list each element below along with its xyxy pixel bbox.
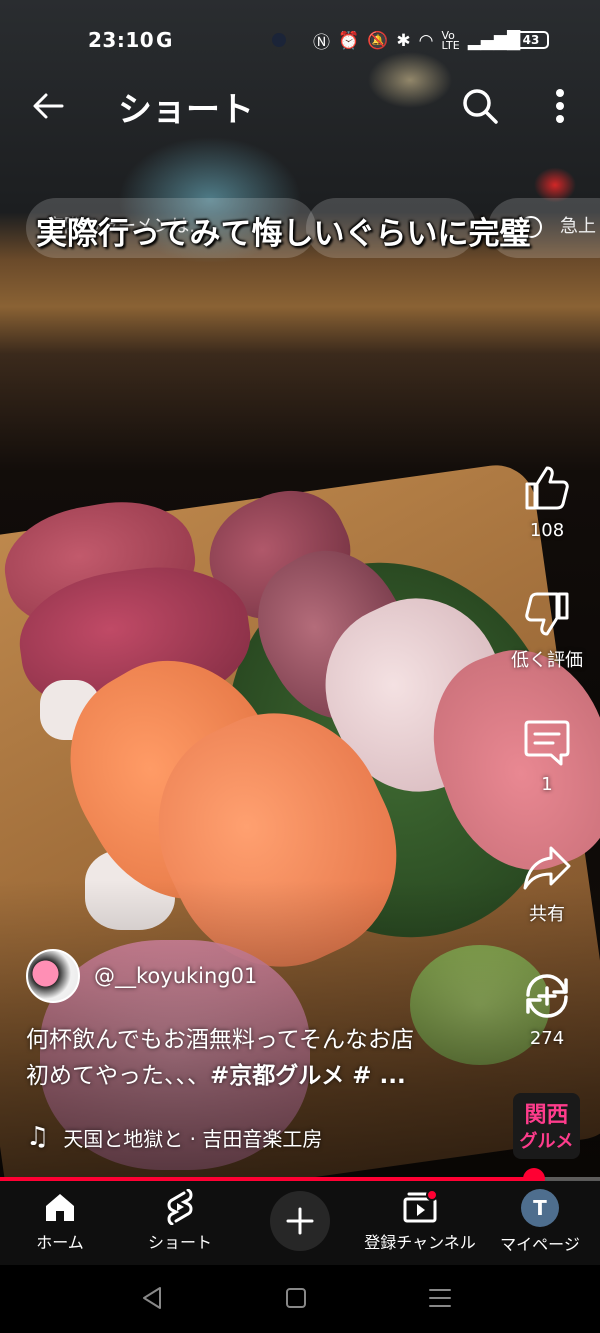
bluetooth-icon: ✱	[396, 30, 411, 51]
channel-badge[interactable]: 関西 グルメ	[513, 1093, 580, 1159]
badge-line: 関西	[524, 1103, 569, 1128]
video-caption[interactable]: 何杯飲んでもお酒無料ってそんなお店 初めてやった、、、#京都グルメ # ...	[26, 1022, 496, 1094]
nav-label: マイページ	[500, 1235, 580, 1254]
status-bar: 23:10 G Ⓝ ⏰ 🔕 ✱ ◠ Vo LTE ▂▄▆█ 43	[0, 0, 600, 80]
mute-icon: 🔕	[367, 30, 389, 51]
comment-button[interactable]: 1	[502, 716, 592, 795]
thumbs-up-icon	[525, 466, 569, 510]
comment-icon	[524, 720, 570, 766]
channel-info[interactable]: @__koyuking01	[26, 948, 257, 1004]
square-home-icon	[286, 1288, 306, 1308]
caption-line: 何杯飲んでもお酒無料ってそんなお店	[26, 1027, 415, 1053]
shorts-icon	[167, 1189, 193, 1225]
comment-count: 1	[541, 774, 553, 795]
notification-dot	[426, 1189, 438, 1201]
nav-label: 登録チャンネル	[364, 1233, 476, 1252]
share-icon	[523, 846, 571, 890]
nav-subscriptions[interactable]: 登録チャンネル	[350, 1189, 490, 1253]
page-title: ショート	[118, 90, 254, 130]
caption-line: 初めてやった、、、#京都グルメ # ...	[26, 1058, 496, 1094]
hashtags[interactable]: #京都グルメ # ...	[210, 1063, 406, 1089]
battery-icon: 43	[513, 31, 549, 49]
system-nav-bar	[0, 1265, 600, 1333]
search-button[interactable]	[460, 86, 500, 126]
dislike-button[interactable]: 低く評価	[502, 588, 592, 672]
plus-icon	[286, 1207, 314, 1235]
chip-label: 急上	[560, 216, 596, 237]
search-icon	[463, 89, 498, 124]
dislike-label: 低く評価	[511, 650, 583, 671]
remix-button[interactable]: 274	[502, 970, 592, 1049]
share-button[interactable]: 共有	[502, 842, 592, 926]
nav-label: ショート	[147, 1233, 212, 1252]
wifi-icon: ◠	[418, 30, 434, 51]
status-icons: Ⓝ ⏰ 🔕 ✱ ◠ Vo LTE ▂▄▆█	[313, 28, 520, 54]
share-label: 共有	[529, 904, 565, 925]
avatar[interactable]	[26, 949, 80, 1003]
like-button[interactable]: 108	[502, 462, 592, 541]
thumbs-down-icon	[525, 592, 569, 636]
camera-cutout	[272, 33, 286, 47]
status-time: 23:10	[88, 28, 155, 52]
system-home-button[interactable]	[276, 1283, 316, 1313]
system-recents-button[interactable]	[420, 1283, 460, 1313]
menu-lines-icon	[429, 1289, 451, 1307]
remix-count: 274	[529, 1028, 565, 1049]
create-button[interactable]	[270, 1191, 330, 1251]
music-info[interactable]: ♫ 天国と地獄と · 吉田音楽工房	[26, 1122, 322, 1152]
channel-handle[interactable]: @__koyuking01	[94, 964, 257, 988]
caption-text: 初めてやった、、、	[26, 1063, 210, 1089]
video-overlay-text: 実際行ってみて悔しいぐらいに完璧	[36, 216, 531, 252]
more-vert-icon	[556, 89, 564, 123]
top-bar: ショート	[0, 80, 600, 136]
nfc-icon: Ⓝ	[313, 33, 330, 53]
nav-shorts[interactable]: ショート	[110, 1189, 250, 1253]
triangle-back-icon	[143, 1287, 161, 1309]
badge-line: グルメ	[519, 1131, 574, 1152]
home-icon	[46, 1194, 74, 1221]
more-button[interactable]	[540, 86, 580, 126]
volte-icon: Vo LTE	[441, 28, 460, 52]
google-icon: G	[156, 28, 173, 52]
arrow-left-icon	[33, 93, 64, 119]
remix-icon	[526, 974, 568, 1018]
nav-mypage[interactable]: T マイページ	[470, 1189, 600, 1255]
back-button[interactable]	[28, 86, 68, 126]
like-count: 108	[529, 520, 565, 541]
bottom-nav: ホーム ショート 登録チャンネル T マイページ	[0, 1181, 600, 1265]
music-note-icon: ♫	[26, 1122, 50, 1152]
account-avatar: T	[521, 1189, 559, 1227]
music-title: 天国と地獄と · 吉田音楽工房	[63, 1126, 323, 1151]
alarm-icon: ⏰	[338, 30, 360, 51]
system-back-button[interactable]	[132, 1283, 172, 1313]
